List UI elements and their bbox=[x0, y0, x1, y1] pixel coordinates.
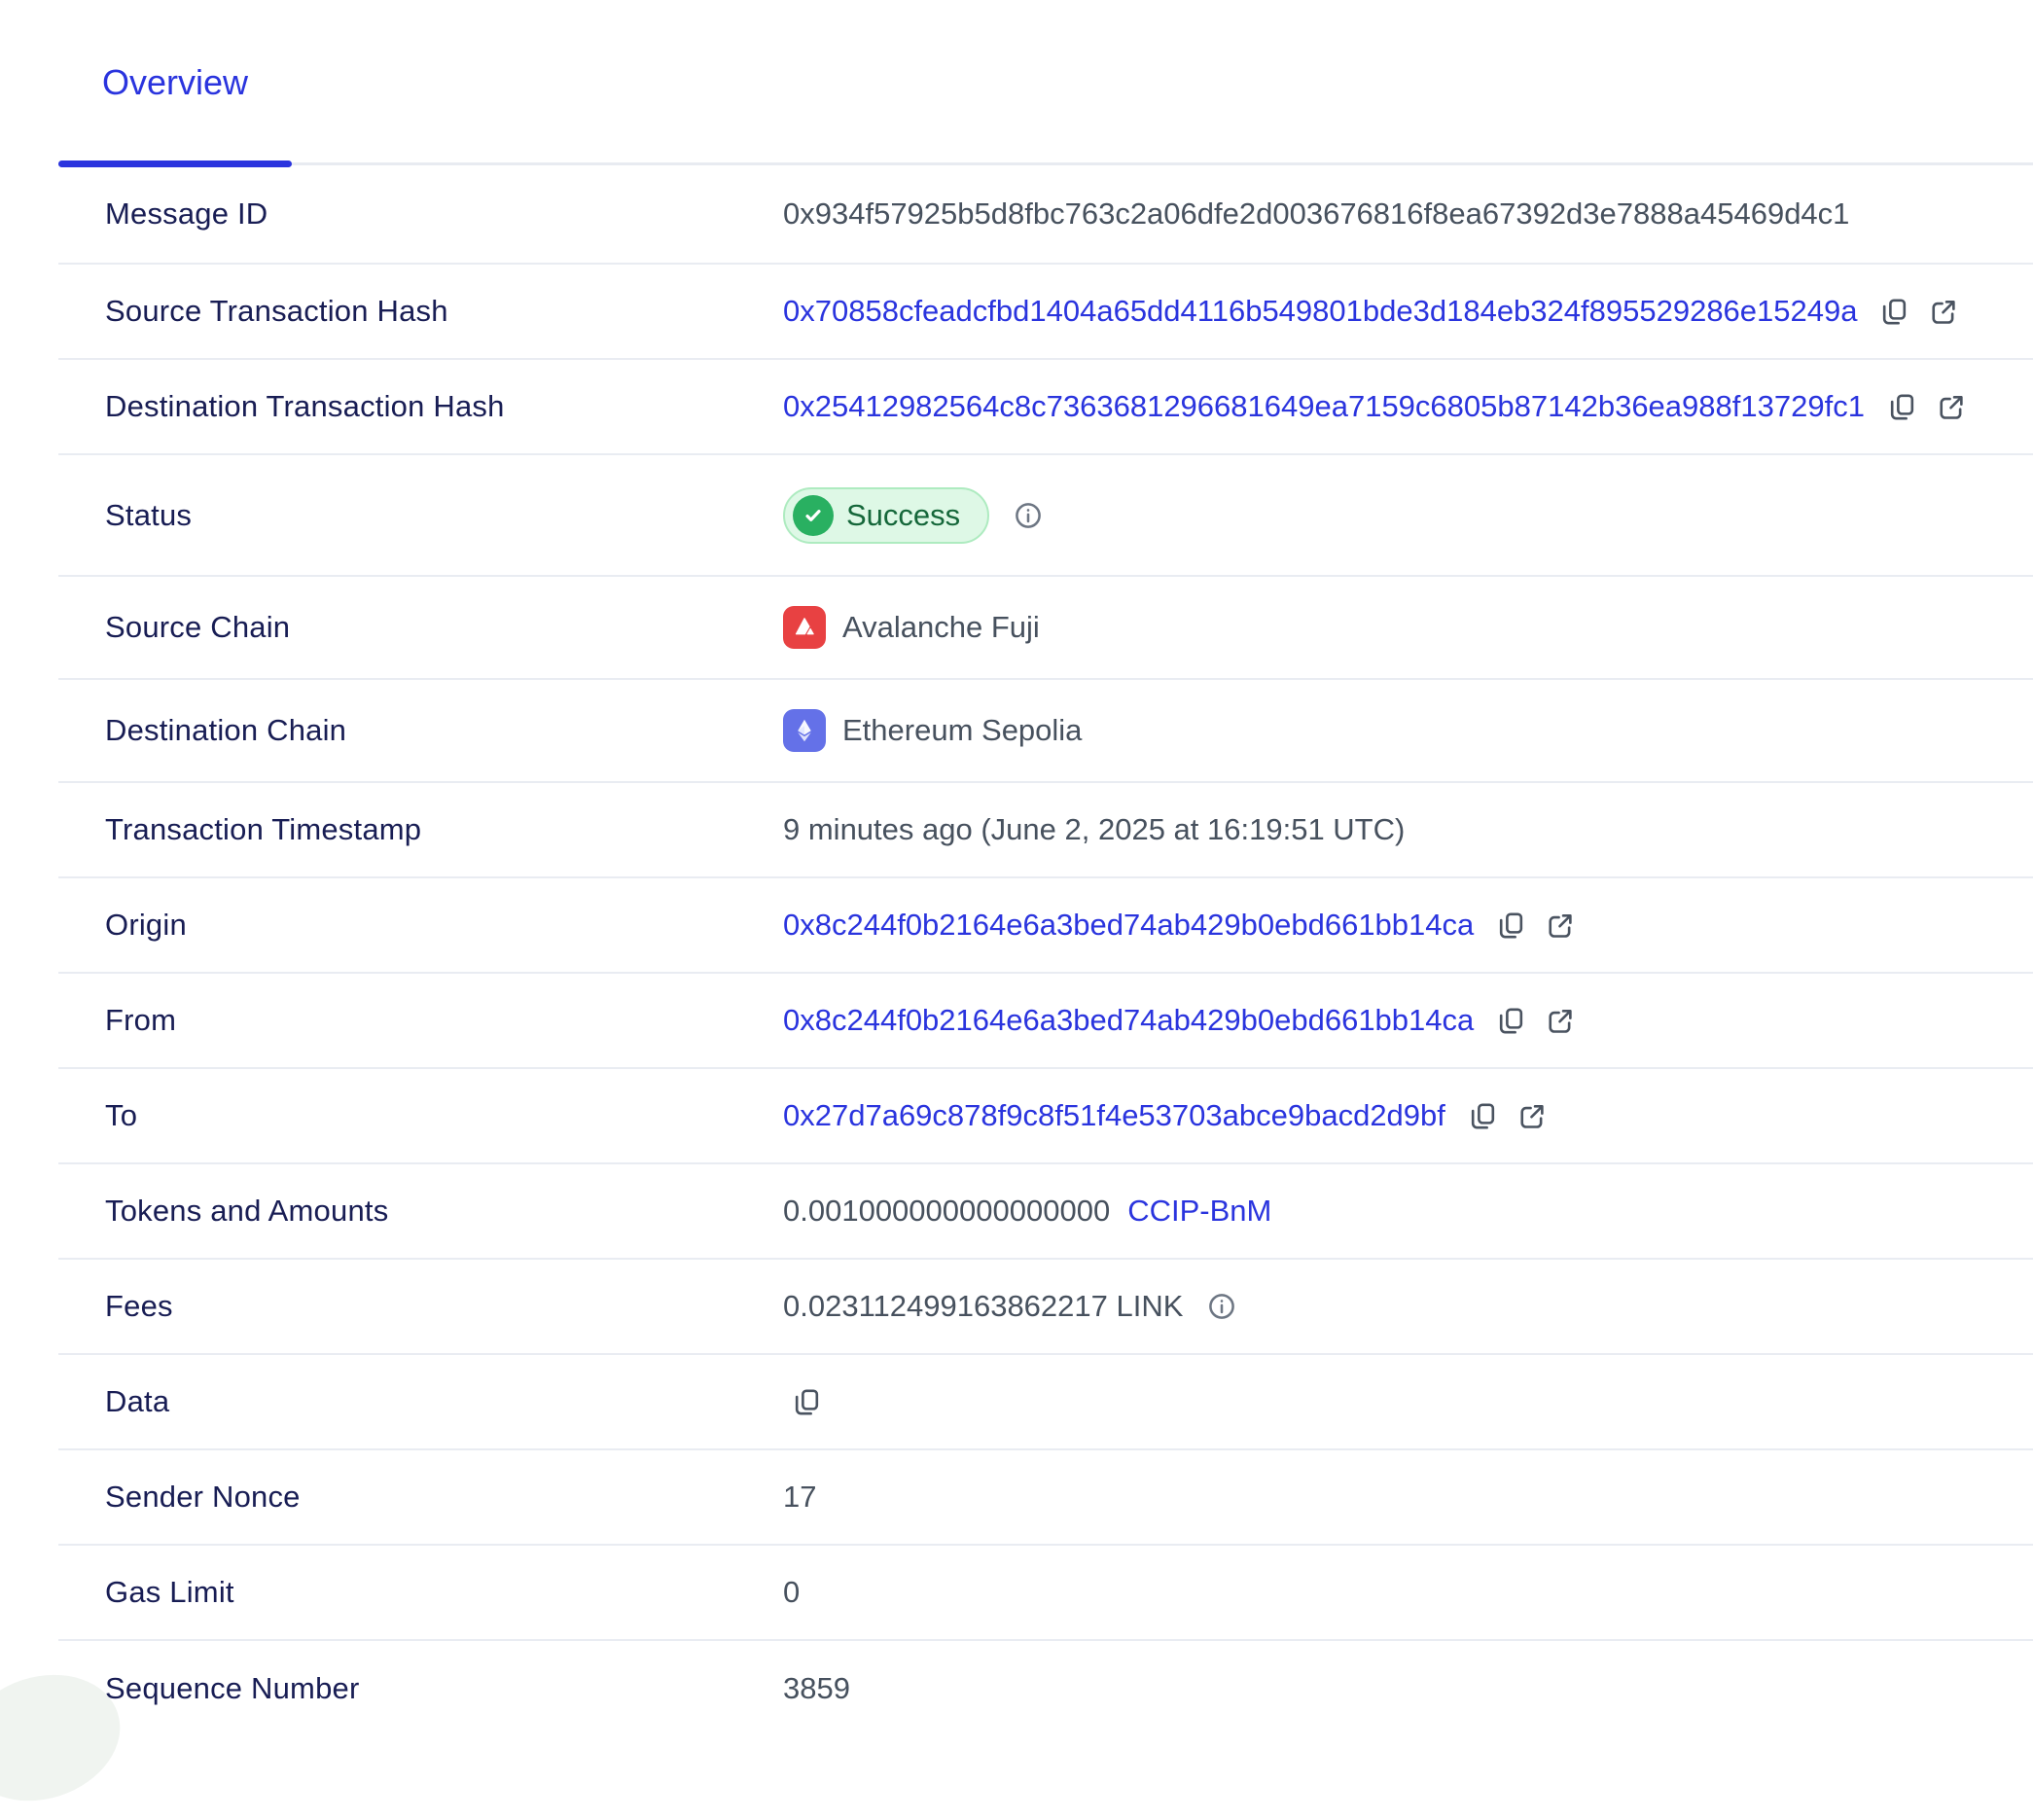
sender-nonce-label: Sender Nonce bbox=[58, 1480, 783, 1515]
row-origin: Origin 0x8c244f0b2164e6a3bed74ab429b0ebd… bbox=[58, 878, 2033, 974]
dest-chain-label: Destination Chain bbox=[58, 713, 783, 748]
to-address-link[interactable]: 0x27d7a69c878f9c8f51f4e53703abce9bacd2d9… bbox=[783, 1098, 1445, 1133]
ethereum-logo-icon bbox=[783, 709, 826, 752]
source-chain-label: Source Chain bbox=[58, 610, 783, 645]
dest-tx-hash-link[interactable]: 0x25412982564c8c7363681296681649ea7159c6… bbox=[783, 389, 1865, 424]
active-tab-indicator bbox=[58, 161, 292, 167]
row-status: Status Success bbox=[58, 455, 2033, 577]
row-dest-chain: Destination Chain Ethereum Sepolia bbox=[58, 680, 2033, 783]
fees-label: Fees bbox=[58, 1289, 783, 1324]
to-label: To bbox=[58, 1098, 783, 1133]
copy-icon[interactable] bbox=[791, 1386, 823, 1418]
external-link-icon[interactable] bbox=[1927, 296, 1959, 328]
from-address-link[interactable]: 0x8c244f0b2164e6a3bed74ab429b0ebd661bb14… bbox=[783, 1003, 1474, 1038]
data-label: Data bbox=[58, 1384, 783, 1419]
status-badge-text: Success bbox=[846, 498, 960, 533]
tab-overview[interactable]: Overview bbox=[58, 62, 292, 103]
row-fees: Fees 0.023112499163862217 LINK bbox=[58, 1260, 2033, 1355]
row-dest-tx-hash: Destination Transaction Hash 0x254129825… bbox=[58, 360, 2033, 455]
row-data: Data bbox=[58, 1355, 2033, 1450]
token-link[interactable]: CCIP-BnM bbox=[1127, 1194, 1271, 1229]
external-link-icon[interactable] bbox=[1544, 1005, 1576, 1037]
details-table: Message ID 0x934f57925b5d8fbc763c2a06dfe… bbox=[0, 165, 2033, 1736]
tab-overview-label: Overview bbox=[102, 62, 248, 102]
external-link-icon[interactable] bbox=[1516, 1100, 1548, 1132]
row-sender-nonce: Sender Nonce 17 bbox=[58, 1450, 2033, 1546]
message-id-label: Message ID bbox=[58, 196, 783, 232]
source-chain-name: Avalanche Fuji bbox=[842, 610, 1040, 645]
dest-tx-hash-label: Destination Transaction Hash bbox=[58, 389, 783, 424]
row-source-tx-hash: Source Transaction Hash 0x70858cfeadcfbd… bbox=[58, 265, 2033, 360]
source-tx-hash-link[interactable]: 0x70858cfeadcfbd1404a65dd4116b549801bde3… bbox=[783, 294, 1857, 329]
message-id-value: 0x934f57925b5d8fbc763c2a06dfe2d003676816… bbox=[783, 196, 1849, 232]
copy-icon[interactable] bbox=[1495, 910, 1527, 942]
row-timestamp: Transaction Timestamp 9 minutes ago (Jun… bbox=[58, 783, 2033, 878]
timestamp-label: Transaction Timestamp bbox=[58, 812, 783, 847]
copy-icon[interactable] bbox=[1886, 391, 1918, 423]
gas-limit-label: Gas Limit bbox=[58, 1575, 783, 1610]
row-gas-limit: Gas Limit 0 bbox=[58, 1546, 2033, 1641]
timestamp-value: 9 minutes ago (June 2, 2025 at 16:19:51 … bbox=[783, 812, 1405, 847]
sender-nonce-value: 17 bbox=[783, 1480, 816, 1515]
copy-icon[interactable] bbox=[1495, 1005, 1527, 1037]
origin-address-link[interactable]: 0x8c244f0b2164e6a3bed74ab429b0ebd661bb14… bbox=[783, 908, 1474, 943]
status-label: Status bbox=[58, 498, 783, 533]
gas-limit-value: 0 bbox=[783, 1575, 800, 1610]
tokens-amounts-label: Tokens and Amounts bbox=[58, 1194, 783, 1229]
external-link-icon[interactable] bbox=[1544, 910, 1576, 942]
sequence-number-label: Sequence Number bbox=[58, 1671, 783, 1706]
info-icon[interactable] bbox=[1013, 500, 1044, 531]
ccip-transaction-details: Overview Message ID 0x934f57925b5d8fbc76… bbox=[0, 0, 2033, 1736]
row-to: To 0x27d7a69c878f9c8f51f4e53703abce9bacd… bbox=[58, 1069, 2033, 1164]
row-sequence-number: Sequence Number 3859 bbox=[58, 1641, 2033, 1736]
origin-label: Origin bbox=[58, 908, 783, 943]
tab-bar: Overview bbox=[58, 0, 2033, 165]
status-badge: Success bbox=[783, 487, 989, 544]
copy-icon[interactable] bbox=[1467, 1100, 1499, 1132]
external-link-icon[interactable] bbox=[1935, 391, 1967, 423]
source-tx-hash-label: Source Transaction Hash bbox=[58, 294, 783, 329]
row-from: From 0x8c244f0b2164e6a3bed74ab429b0ebd66… bbox=[58, 974, 2033, 1069]
sequence-number-value: 3859 bbox=[783, 1671, 850, 1706]
token-amount: 0.001000000000000000 bbox=[783, 1194, 1110, 1229]
copy-icon[interactable] bbox=[1878, 296, 1910, 328]
row-tokens-amounts: Tokens and Amounts 0.001000000000000000 … bbox=[58, 1164, 2033, 1260]
from-label: From bbox=[58, 1003, 783, 1038]
row-source-chain: Source Chain Avalanche Fuji bbox=[58, 577, 2033, 680]
dest-chain-name: Ethereum Sepolia bbox=[842, 713, 1082, 748]
avalanche-logo-icon bbox=[783, 606, 826, 649]
info-icon[interactable] bbox=[1206, 1291, 1237, 1322]
fees-value: 0.023112499163862217 LINK bbox=[783, 1289, 1183, 1324]
row-message-id: Message ID 0x934f57925b5d8fbc763c2a06dfe… bbox=[58, 165, 2033, 265]
check-icon bbox=[793, 495, 834, 536]
